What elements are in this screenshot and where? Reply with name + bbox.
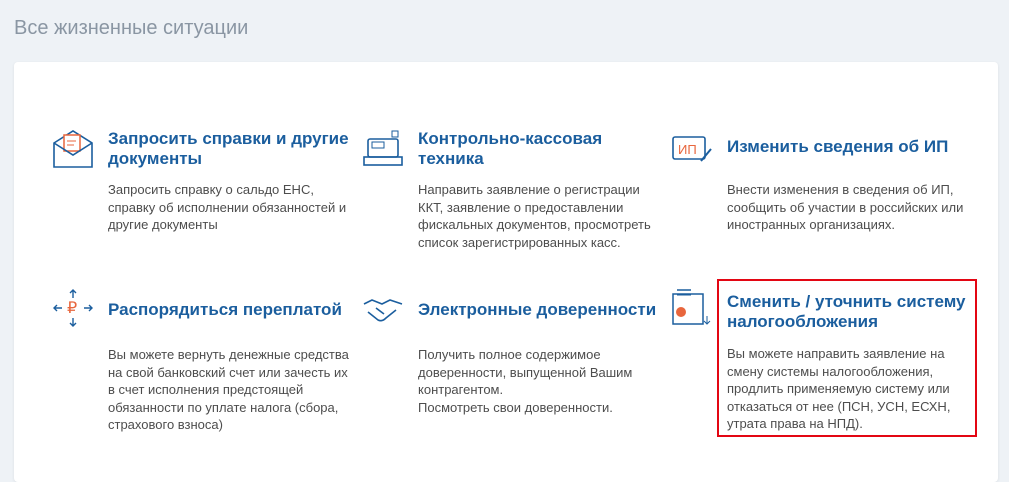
cash-register-icon — [363, 130, 403, 166]
item-change-ip-info[interactable]: ИП Изменить сведения об ИП Внести измене… — [672, 136, 977, 232]
item-overpayment[interactable]: ₽ Распорядиться переплатой Вы можете вер… — [53, 289, 358, 432]
svg-text:₽: ₽ — [67, 300, 77, 317]
ruble-arrows-icon: ₽ — [53, 289, 93, 327]
tax-system-document-icon — [672, 289, 711, 325]
item-title: Распорядиться переплатой — [108, 300, 342, 319]
highlight-box — [717, 279, 977, 437]
item-electronic-powers-of-attorney[interactable]: Электронные доверенности Получить полное… — [363, 299, 668, 415]
item-description: Получить полное содержимое доверенности,… — [418, 347, 633, 415]
item-description: Вы можете вернуть денежные средства на с… — [108, 347, 349, 432]
item-title: Электронные доверенности — [418, 300, 657, 319]
svg-text:ИП: ИП — [678, 142, 697, 157]
item-cash-register[interactable]: Контрольно-кассовая техника Направить за… — [363, 129, 668, 250]
item-description: Направить заявление о регистрации ККТ, з… — [418, 182, 651, 250]
envelope-document-icon — [53, 130, 93, 168]
item-request-documents[interactable]: Запросить справки и другие документы Зап… — [53, 129, 358, 232]
handshake-icon — [363, 299, 403, 322]
item-title: Запросить справки и другие документы — [108, 129, 349, 168]
item-title: Контрольно-кассовая техника — [418, 129, 603, 168]
item-description: Запросить справку о сальдо ЕНС, справку … — [108, 182, 347, 232]
item-title: Изменить сведения об ИП — [727, 137, 949, 156]
page-title: Все жизненные ситуации — [14, 17, 249, 39]
item-description: Внести изменения в сведения об ИП, сообщ… — [727, 182, 964, 232]
ip-edit-icon: ИП — [672, 136, 712, 162]
